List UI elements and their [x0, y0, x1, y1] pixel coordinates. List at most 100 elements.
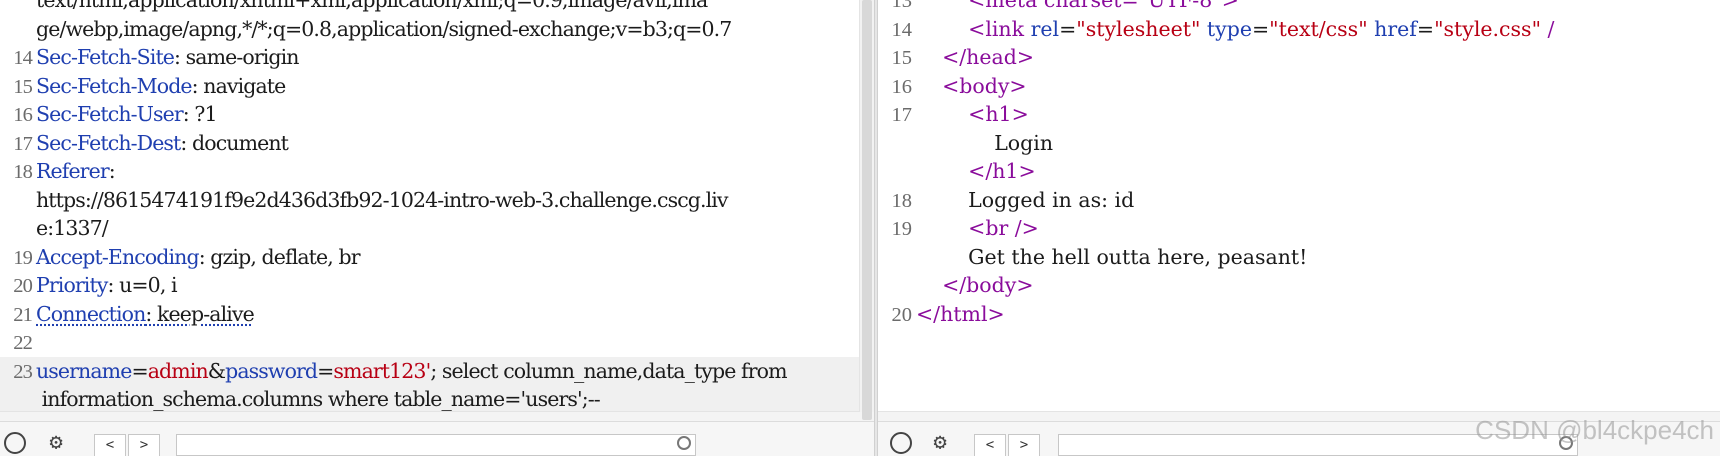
code-token: https://8615474191f9e2d436d3fb92-1024-in… — [36, 187, 729, 212]
line-number: 20 — [13, 275, 33, 297]
code-token: : ?1 — [182, 102, 218, 126]
code-line: 14 <link rel="stylesheet" type="text/css… — [878, 15, 1720, 44]
previous-button[interactable]: < — [94, 434, 126, 456]
code-token: Login — [916, 130, 1054, 155]
code-token: rel — [1030, 16, 1060, 41]
gear-icon[interactable]: ⚙ — [44, 431, 68, 455]
code-token: ge/webp,image/apng,*/*;q=0.8,application… — [36, 16, 732, 41]
response-pane[interactable]: 13 <meta charset="UTF-8"> 14 <link rel="s… — [878, 0, 1720, 456]
code-token: : — [108, 159, 116, 183]
line-content: </body> — [916, 271, 1033, 300]
code-token: "stylesheet" — [1076, 16, 1201, 41]
line-content: <meta charset="UTF-8"> — [916, 0, 1239, 15]
code-token: Sec-Fetch-Mode — [36, 73, 193, 98]
line-content: text/html,application/xhtml+xml,applicat… — [36, 0, 708, 15]
request-scroll-thumb[interactable] — [862, 0, 872, 420]
line-content: e:1337/ — [36, 214, 109, 243]
next-button[interactable]: > — [1008, 434, 1040, 456]
code-line: 18 Logged in as: id — [878, 186, 1720, 215]
code-token: admin — [147, 358, 209, 383]
line-number: 16 — [13, 104, 33, 126]
next-button[interactable]: > — [128, 434, 160, 456]
response-editor[interactable]: 13 <meta charset="UTF-8"> 14 <link rel="s… — [878, 0, 1720, 426]
code-line: 15 Sec-Fetch-Mode: navigate — [0, 72, 874, 101]
code-line: 19 <br /> — [878, 214, 1720, 243]
request-search-input[interactable] — [176, 434, 696, 456]
help-icon[interactable] — [4, 432, 26, 454]
line-content: Priority: u=0, i — [36, 271, 178, 300]
line-content: <br /> — [916, 214, 1039, 243]
code-line: 18 Referer: — [0, 157, 874, 186]
line-number: 23 — [13, 360, 33, 383]
code-token: : u=0, i — [107, 273, 177, 297]
code-token: "text/css" — [1269, 16, 1368, 41]
code-line: e:1337/ — [0, 214, 874, 243]
code-token: username — [36, 358, 132, 383]
code-line: information_schema.columns where table_n… — [0, 385, 874, 414]
code-token: text/html,application/xhtml+xml,applicat… — [36, 0, 708, 12]
line-content: Login — [916, 129, 1053, 158]
line-content: </h1> — [916, 157, 1036, 186]
code-token: / — [1541, 16, 1555, 41]
code-line: </h1> — [878, 157, 1720, 186]
code-token: = — [317, 358, 334, 383]
code-token: : same-origin — [174, 45, 299, 69]
code-token: = — [1251, 16, 1270, 41]
code-token: Priority — [36, 273, 108, 297]
search-icon — [677, 436, 691, 450]
line-content: Accept-Encoding: gzip, deflate, br — [36, 243, 360, 272]
code-line: 17 Sec-Fetch-Dest: document — [0, 129, 874, 158]
code-line: ge/webp,image/apng,*/*;q=0.8,application… — [0, 15, 874, 44]
request-editor[interactable]: text/html,application/xhtml+xml,applicat… — [0, 0, 874, 426]
line-content: Sec-Fetch-Dest: document — [36, 129, 289, 158]
code-token: <br /> — [968, 216, 1039, 240]
code-token: "style.css" — [1434, 16, 1542, 41]
line-number: 15 — [891, 47, 913, 69]
line-content: ge/webp,image/apng,*/*;q=0.8,application… — [36, 15, 732, 44]
help-icon[interactable] — [890, 432, 912, 454]
line-content: </head> — [916, 43, 1034, 72]
code-line: 16 Sec-Fetch-User: ?1 — [0, 100, 874, 129]
code-line: 23 username=admin&password=smart123'; sel… — [0, 356, 874, 386]
code-line: 21 Connection: keep-alive — [0, 300, 874, 329]
code-token: = — [1059, 16, 1077, 41]
line-number: 18 — [891, 189, 913, 212]
code-token: <link — [968, 16, 1031, 41]
line-content: Logged in as: id — [916, 186, 1134, 215]
code-token: e:1337/ — [36, 216, 109, 240]
code-token: : document — [180, 130, 288, 155]
code-token: : gzip, deflate, br — [198, 244, 361, 269]
code-line: 13 <meta charset="UTF-8"> — [878, 0, 1720, 15]
line-content: username=admin&password=smart123'; selec… — [36, 357, 788, 386]
line-number: 19 — [13, 246, 33, 269]
line-content: Sec-Fetch-Site: same-origin — [36, 43, 299, 72]
code-token: smart123' — [333, 358, 431, 383]
code-token: <meta charset="UTF-8"> — [916, 0, 1239, 12]
code-token: = — [1416, 16, 1435, 41]
line-number: 21 — [13, 303, 33, 326]
gear-icon[interactable]: ⚙ — [928, 431, 952, 455]
request-vertical-scrollbar[interactable] — [859, 0, 874, 420]
code-token: password — [225, 358, 318, 383]
code-token: Connection — [36, 301, 146, 326]
line-content: Sec-Fetch-User: ?1 — [36, 100, 218, 129]
code-token: <h1> — [968, 102, 1029, 126]
code-token: Sec-Fetch-Site — [36, 45, 175, 69]
code-token: information_schema.columns where table_n… — [36, 387, 601, 411]
code-token: Sec-Fetch-User — [36, 102, 184, 126]
code-token: </html> — [916, 301, 1005, 326]
code-token: Referer — [36, 159, 110, 183]
code-line: 14 Sec-Fetch-Site: same-origin — [0, 43, 874, 72]
code-token: & — [207, 358, 226, 383]
code-token: <body> — [942, 73, 1027, 98]
watermark: CSDN @bl4ckpe4ch — [1475, 415, 1714, 445]
request-pane[interactable]: text/html,application/xhtml+xml,applicat… — [0, 0, 874, 456]
code-line: 22 — [0, 328, 874, 357]
previous-button[interactable]: < — [974, 434, 1006, 456]
code-line: 20 </html> — [878, 300, 1720, 329]
